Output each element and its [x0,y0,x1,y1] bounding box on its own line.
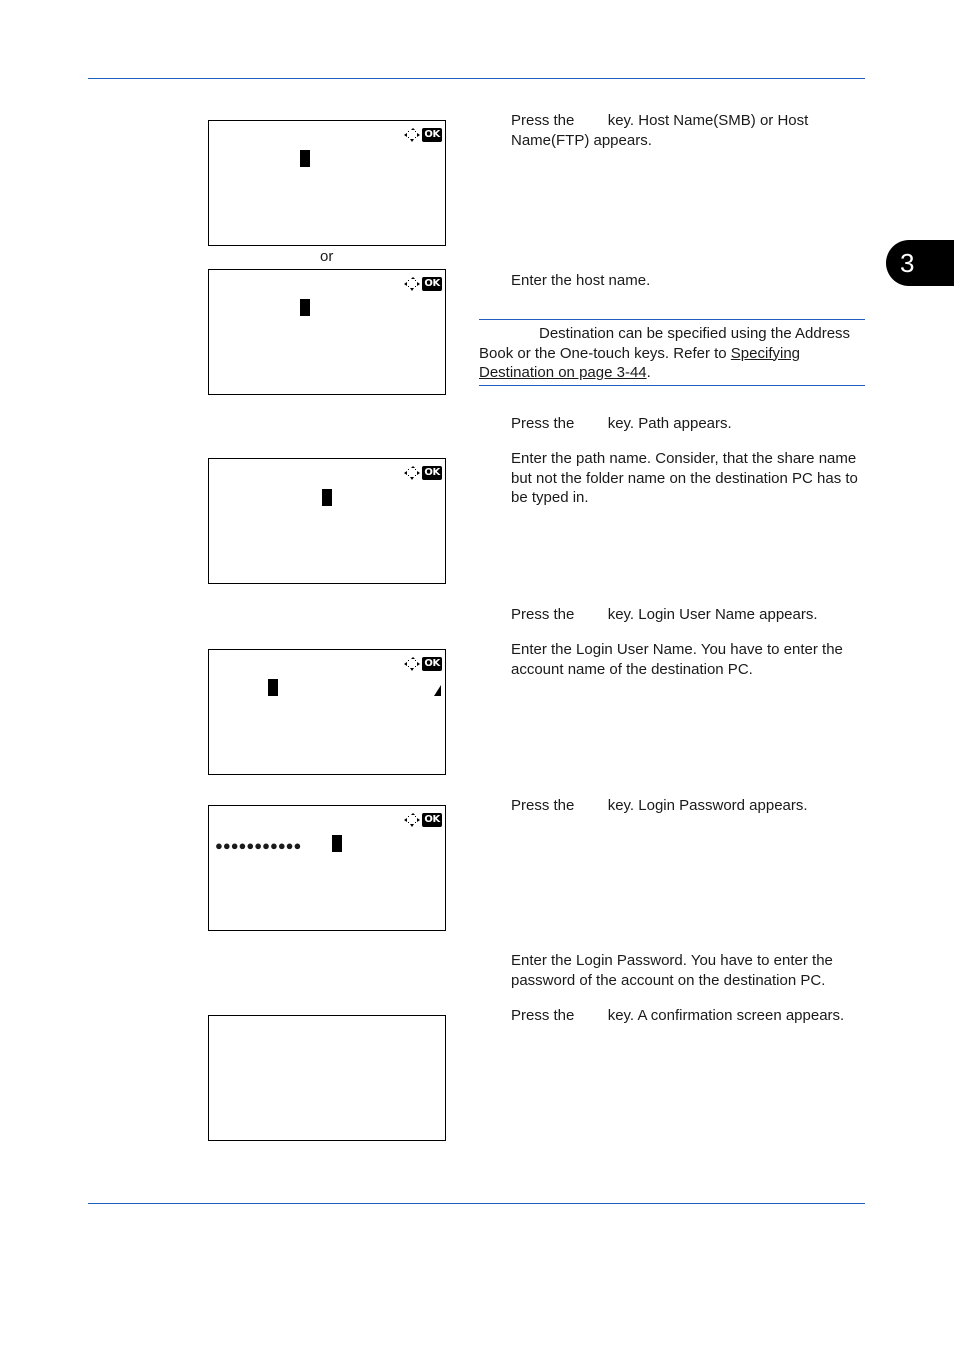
nav-cross-icon [404,466,421,480]
note-box: Destination can be specified using the A… [479,319,865,386]
step-text: Press the key. Host Name(SMB) or Host Na… [511,112,813,149]
chapter-number: 3 [900,248,915,278]
lcd-screen-host-name-ftp: OK [208,269,446,395]
step-text: Press the key. Login Password appears. [511,797,808,814]
step-text: Enter the Login User Name. You have to e… [511,641,848,678]
lcd-nav: OK [404,813,442,827]
step-text: Press the key. A confirmation screen app… [511,1007,845,1024]
text-cursor [268,679,278,696]
step-text: Press the key. Login User Name appears. [511,606,818,623]
step-text: Enter the Login Password. You have to en… [511,952,838,989]
ok-icon: OK [422,277,442,291]
step-text: Enter the host name. [511,272,651,289]
ok-icon: OK [422,466,442,480]
footer-rule [88,1203,865,1204]
triangle-icon [434,685,441,696]
header-rule [88,78,865,79]
ok-icon: OK [422,657,442,671]
lcd-screen-confirmation [208,1015,446,1141]
ok-icon: OK [422,128,442,142]
or-caption: or [320,248,334,265]
text-cursor [300,299,310,316]
text-cursor [322,489,332,506]
chapter-tab: 3 [886,240,954,286]
lcd-nav: OK [404,128,442,142]
lcd-screen-path: OK [208,458,446,584]
lcd-screen-login-password: OK ●●●●●●●●●●● [208,805,446,931]
lcd-screen-login-user-name: OK [208,649,446,775]
text-cursor [300,150,310,167]
lcd-nav: OK [404,466,442,480]
nav-cross-icon [404,277,421,291]
lcd-nav: OK [404,277,442,291]
step-text: Press the key. Path appears. [511,415,732,432]
text-cursor [332,835,342,852]
step-text: Enter the path name. Consider, that the … [511,450,863,506]
note-text: Destination can be specified using the A… [479,324,865,383]
nav-cross-icon [404,813,421,827]
masked-password: ●●●●●●●●●●● [215,838,302,853]
note-suffix: . [646,364,651,381]
nav-cross-icon [404,657,421,671]
lcd-screen-host-name-smb: OK [208,120,446,246]
lcd-nav: OK [404,657,442,671]
nav-cross-icon [404,128,421,142]
ok-icon: OK [422,813,442,827]
